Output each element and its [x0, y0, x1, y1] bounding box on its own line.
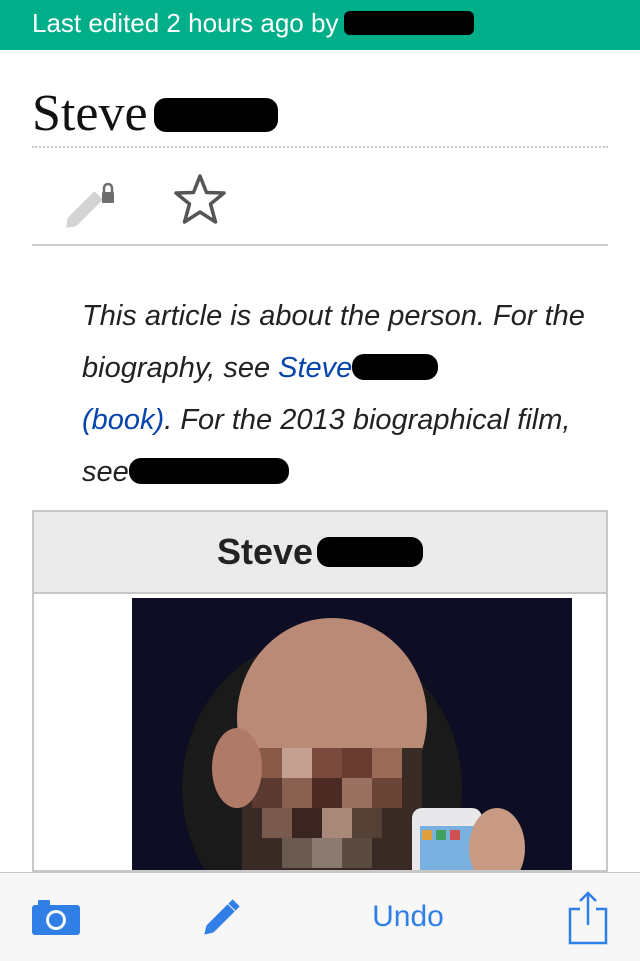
article-toolbar [32, 160, 608, 246]
infobox-title: Steve [34, 512, 606, 594]
star-icon[interactable] [172, 172, 228, 228]
link-text-steve: Steve [278, 352, 353, 384]
redacted-film-link[interactable] [128, 458, 289, 485]
camera-icon [32, 900, 80, 935]
edit-button[interactable] [190, 873, 254, 961]
infobox-title-text: Steve [216, 531, 314, 572]
link-text-book: (book) [82, 404, 165, 436]
undo-button[interactable]: Undo [340, 873, 476, 961]
share-button[interactable] [556, 873, 620, 961]
redacted-link-surname [352, 354, 439, 381]
bottom-toolbar: Undo [0, 872, 640, 961]
last-edited-text: Last edited 2 hours ago by [32, 8, 339, 38]
portrait-photo[interactable] [132, 598, 572, 872]
hatnote: This article is about the person. For th… [82, 290, 602, 498]
share-icon [568, 891, 608, 945]
page-title-text: Steve [32, 85, 148, 142]
redacted-infobox-surname [317, 537, 424, 568]
page-title: Steve [32, 84, 608, 148]
redacted-username [344, 11, 475, 36]
camera-button[interactable] [20, 873, 92, 961]
infobox: Steve [32, 510, 608, 872]
edit-lock-icon[interactable] [58, 172, 118, 232]
pencil-icon [204, 899, 240, 935]
redacted-surname [153, 98, 278, 133]
last-edited-banner[interactable]: Last edited 2 hours ago by [0, 0, 640, 50]
